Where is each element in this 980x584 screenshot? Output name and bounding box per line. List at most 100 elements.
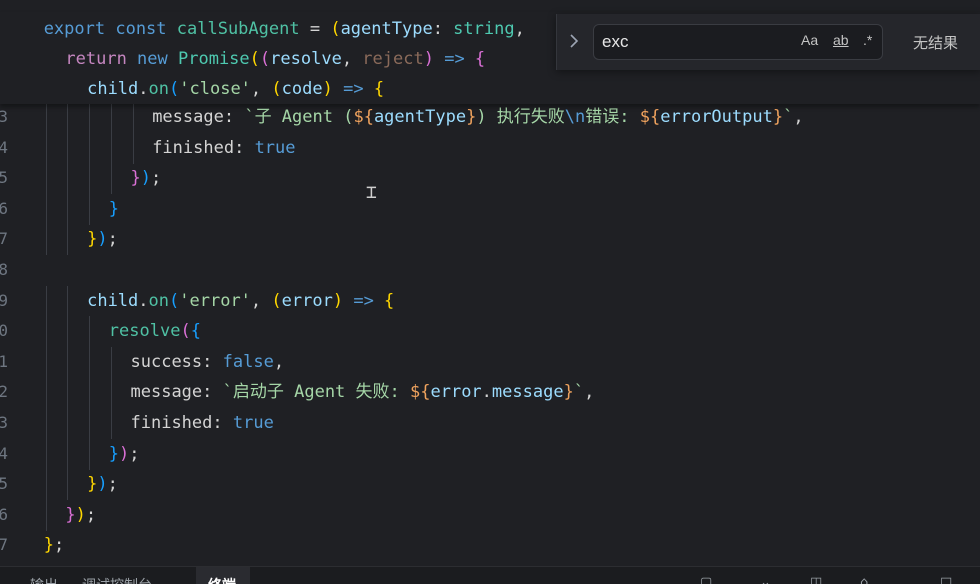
code-token: true [232,413,274,433]
code-token: : [202,351,223,372]
code-token: callSubAgent [176,19,300,39]
code-token: finished [152,137,235,158]
code-token: : [432,19,454,39]
code-token: ; [85,504,97,525]
indent-guide [110,408,112,439]
indent-guide [67,316,69,348]
code-token: ( [180,321,191,342]
line-number: 5 [0,168,8,188]
code-token: : [212,413,233,433]
code-token: \n [564,107,586,127]
code-token: , [341,49,363,69]
code-token: } [130,168,141,189]
indent-guide [110,102,112,133]
code-token: { [190,321,201,342]
code-token: message [491,382,564,403]
code-token: ; [151,168,162,189]
code-token: resolve [270,49,342,69]
code-token: , [793,107,804,127]
line-number: 0 [0,321,8,341]
code-token: ; [107,229,118,250]
chevron-right-icon[interactable] [567,32,585,50]
line-number: 6 [0,504,8,524]
code-token: . [138,290,149,311]
line-number: 5 [0,474,8,494]
indent-guide [67,438,69,470]
indent-guide [67,469,69,501]
code-token: ` [783,107,794,127]
code-text: message: `启动子 Agent 失败: ${error.message}… [131,377,595,407]
indent-guide [45,285,47,317]
indent-guide [89,438,91,470]
indent-guide [67,377,69,409]
indent-guide [45,346,47,378]
indent-guide [67,163,69,195]
panel-tab-bar: 输出 调试控制台 终端 ▢ ⌄ ◫ ⌂ … □ [0,566,980,584]
code-token: } [563,382,574,403]
code-token: 'error' [179,290,251,311]
indent-guide [67,346,69,378]
indent-guide [45,102,47,133]
indent-guide [45,132,47,164]
code-token: . [481,382,492,403]
indent-guide [89,163,91,195]
code-token: } [108,443,120,464]
regex-icon[interactable]: .* [863,32,872,52]
code-token: const [115,19,177,39]
indent-guide [132,132,134,164]
code-token: = [299,19,331,39]
code-token: => [444,49,475,69]
code-token: , [250,290,272,311]
indent-guide [67,102,69,133]
indent-guide [45,438,47,470]
match-case-icon[interactable]: Aa [801,32,818,52]
indent-guide [67,285,69,317]
indent-guide [110,163,112,195]
code-token: ( [271,290,282,311]
code-token: ) [322,79,344,99]
code-token: => [343,79,374,99]
code-token: } [43,535,54,556]
code-text: message: `子 Agent (${agentType}) 执行失败\n错… [152,102,803,132]
code-token: agentType [340,19,433,39]
indent-guide [89,377,91,409]
line-number: 7 [0,535,8,555]
line-number: 3 [0,413,8,432]
code-token: ) [423,49,445,69]
code-token: 错误: [585,107,640,127]
code-text: }); [87,469,118,499]
code-editor[interactable]: 3 message: `子 Agent (${agentType}) 执行失败\n… [0,0,980,560]
code-token: : [202,382,223,403]
code-token: error [281,290,333,311]
indent-guide [67,224,69,256]
indent-guide [45,408,47,439]
line-number: 3 [0,107,8,126]
code-token: new [137,49,178,69]
indent-guide [67,132,69,164]
code-token: , [584,382,595,403]
code-text: resolve({ [109,316,201,346]
code-token: } [772,107,784,127]
code-token: => [353,290,385,311]
code-text: } [109,194,119,224]
code-token: success [130,351,203,372]
code-token: `启动子 Agent 失败: [222,382,410,403]
code-token: agentType [373,107,467,127]
whole-word-icon[interactable]: ab [833,32,849,52]
code-text: child.on('error', (error) => { [87,286,394,316]
code-token: finished [130,413,213,433]
code-token: message [152,107,224,127]
find-result-count: 无结果 [913,35,959,52]
code-token: ${ [639,107,661,127]
code-token: ` [573,382,585,403]
indent-guide [67,408,69,439]
indent-guide [45,377,47,409]
indent-guide [110,132,112,164]
code-token: } [65,504,76,525]
code-token: ( [169,290,180,311]
line-number: 2 [0,382,8,402]
code-token: resolve [108,321,181,342]
code-token: ( [271,79,282,99]
indent-guide [89,408,91,439]
indent-guide [89,346,91,378]
